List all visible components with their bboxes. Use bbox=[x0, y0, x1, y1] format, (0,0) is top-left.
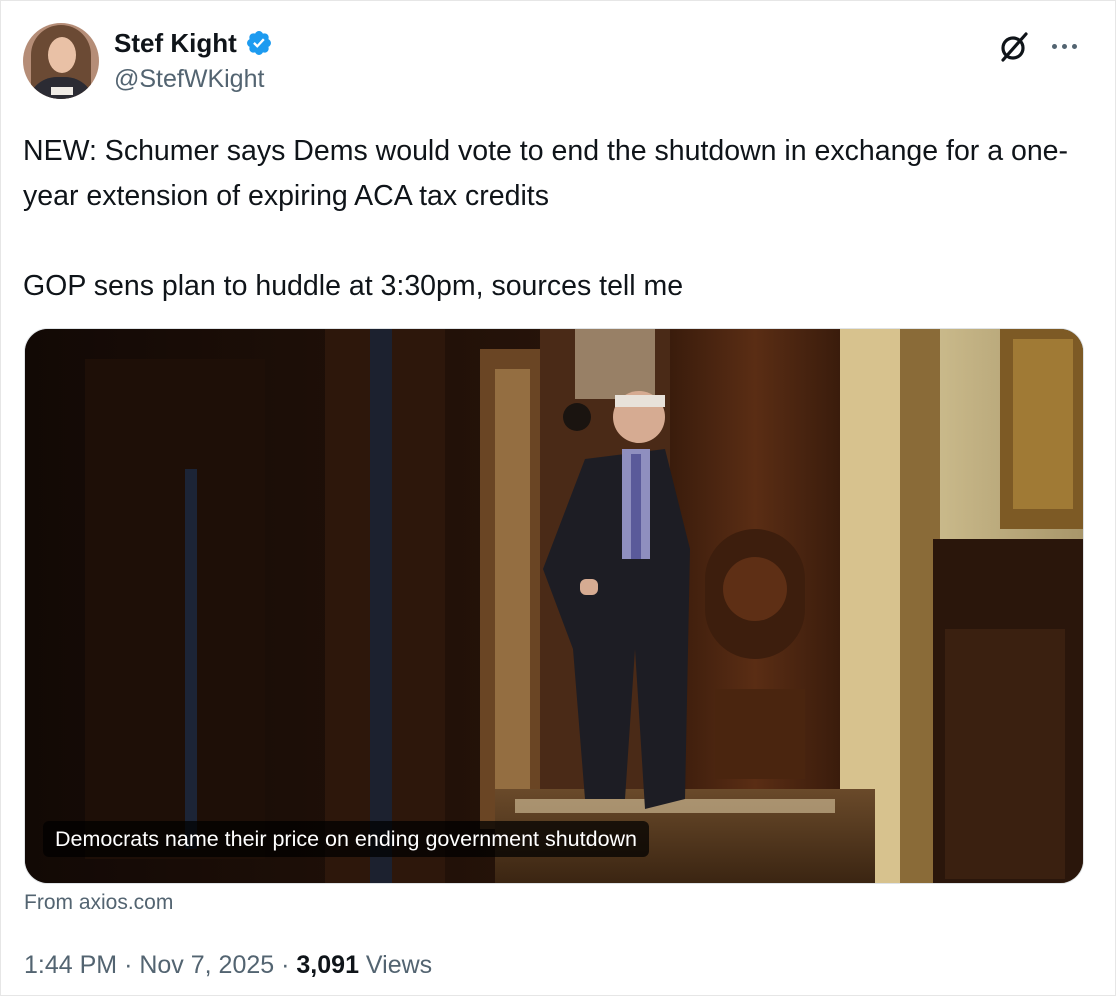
author-handle[interactable]: @StefWKight bbox=[114, 65, 264, 94]
link-card-image[interactable] bbox=[24, 328, 1084, 884]
tweet-date[interactable]: Nov 7, 2025 bbox=[139, 951, 274, 979]
author-display-name[interactable]: Stef Kight bbox=[114, 28, 237, 59]
verified-badge-icon bbox=[246, 31, 271, 55]
article-photo bbox=[25, 329, 1083, 883]
grok-icon[interactable] bbox=[997, 30, 1031, 64]
views-count: 3,091 bbox=[296, 951, 359, 979]
tweet-text-paragraph-2: GOP sens plan to huddle at 3:30pm, sourc… bbox=[23, 270, 684, 302]
more-options-icon[interactable] bbox=[1045, 31, 1083, 61]
tweet-text-paragraph-1: NEW: Schumer says Dems would vote to end… bbox=[23, 135, 1069, 212]
tweet-card: Stef Kight @StefWKight NEW: Schumer says… bbox=[0, 0, 1116, 996]
tweet-text: NEW: Schumer says Dems would vote to end… bbox=[23, 129, 1083, 309]
tweet-time[interactable]: 1:44 PM bbox=[24, 951, 117, 979]
tweet-metadata: 1:44 PM · Nov 7, 2025 · 3,091 Views bbox=[24, 951, 432, 980]
meta-separator: · bbox=[281, 951, 290, 979]
author-name-row[interactable]: Stef Kight bbox=[114, 27, 273, 59]
meta-separator: · bbox=[124, 951, 133, 979]
link-card-title[interactable]: Democrats name their price on ending gov… bbox=[43, 821, 650, 857]
link-card-source[interactable]: From axios.com bbox=[24, 891, 173, 915]
author-avatar[interactable] bbox=[23, 23, 99, 99]
views-label: Views bbox=[365, 951, 433, 979]
